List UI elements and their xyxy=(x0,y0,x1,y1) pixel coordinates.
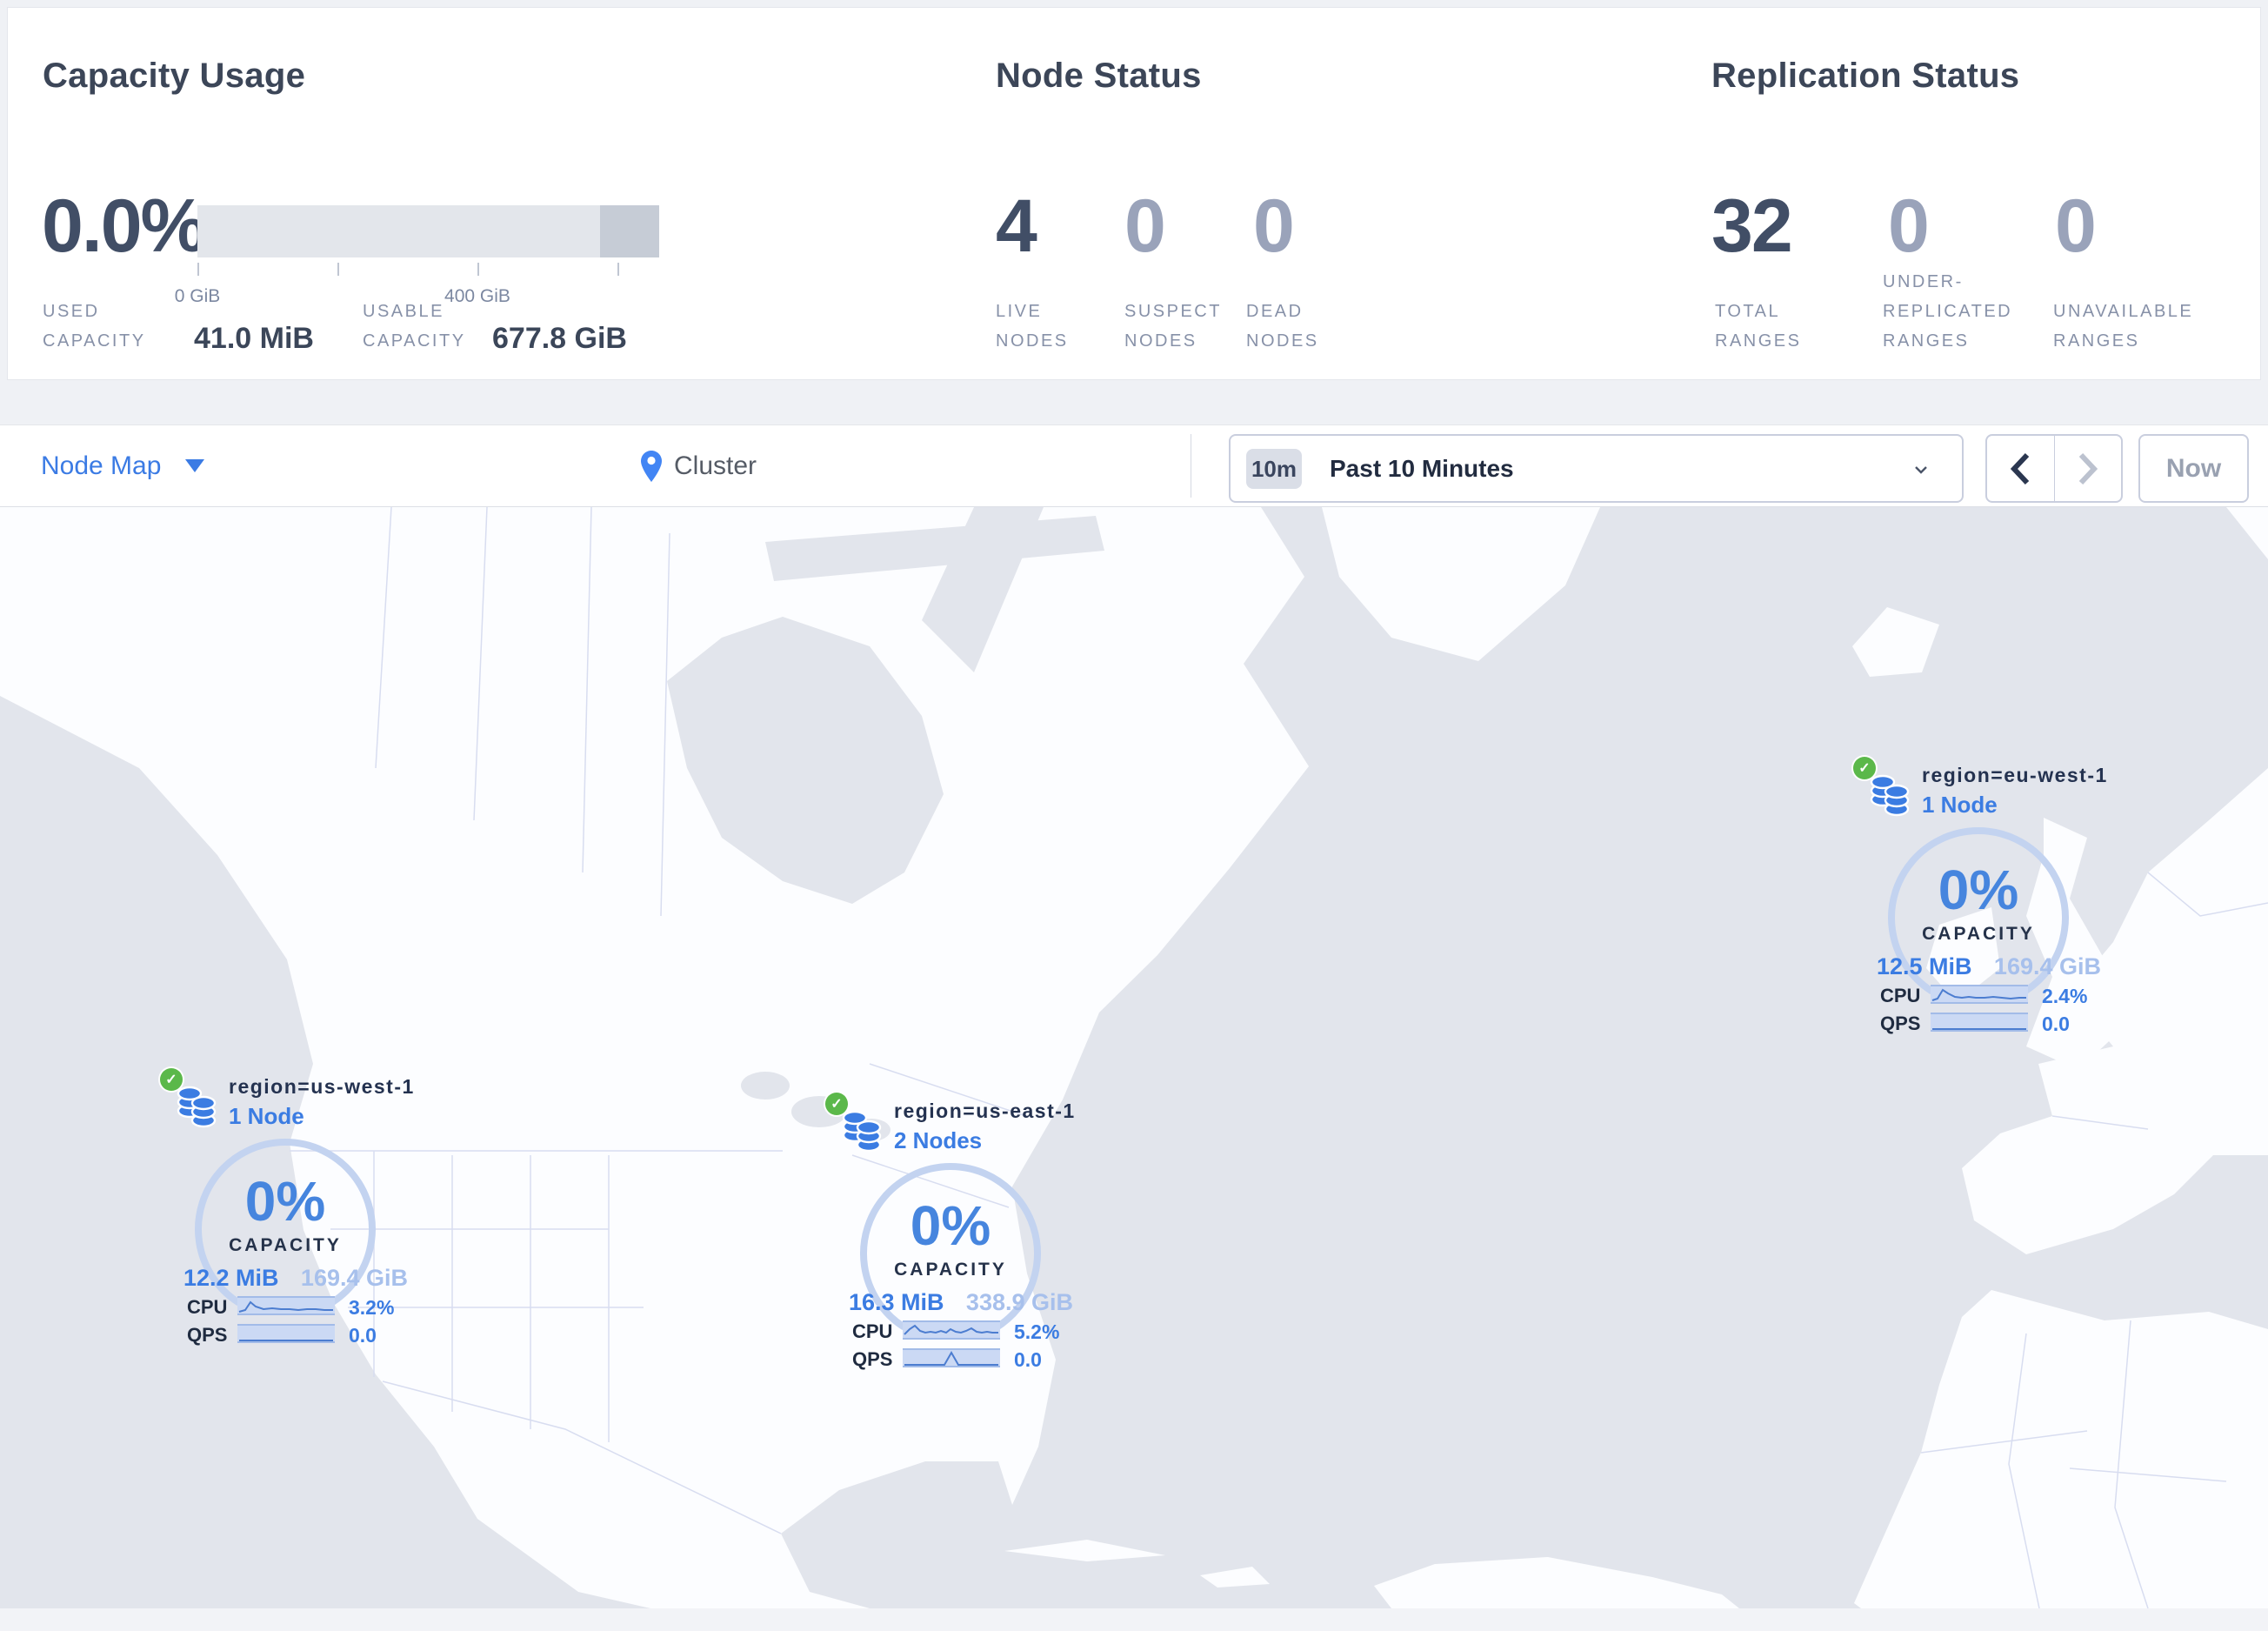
dead-nodes-count: 0 xyxy=(1253,184,1295,268)
live-nodes-count: 4 xyxy=(996,184,1037,268)
qps-sparkline xyxy=(1931,1013,2028,1032)
usable-capacity-value: 677.8 GiB xyxy=(492,322,627,355)
used-capacity-label: USED CAPACITY xyxy=(43,302,146,351)
under-replicated-count: 0 xyxy=(1888,184,1930,268)
qps-label: QPS xyxy=(1880,1013,1921,1034)
chevron-down-icon xyxy=(1915,466,1927,474)
region-capacity-label: CAPACITY xyxy=(1922,924,2035,944)
qps-sparkline xyxy=(237,1324,335,1343)
axis-tick xyxy=(477,263,479,276)
capacity-bar-segment xyxy=(600,205,659,257)
qps-label: QPS xyxy=(852,1348,893,1370)
time-shift-forward-button[interactable] xyxy=(2055,436,2122,501)
axis-tick xyxy=(337,263,339,276)
region-used-capacity: 12.5 MiB xyxy=(1877,953,1972,979)
capacity-usage-title: Capacity Usage xyxy=(43,57,306,95)
region-marker-eu-west-1[interactable]: ✓ region=eu-west-1 1 Node 0% CAPACITY 12… xyxy=(1844,757,2122,1044)
region-used-capacity: 16.3 MiB xyxy=(849,1289,944,1315)
location-pin-icon xyxy=(641,450,662,482)
cpu-value: 5.2% xyxy=(1014,1320,1060,1343)
now-button[interactable]: Now xyxy=(2138,434,2249,503)
cpu-label: CPU xyxy=(187,1296,228,1318)
qps-value: 0.0 xyxy=(1014,1348,1042,1371)
breadcrumb-label: Cluster xyxy=(674,451,757,480)
chevron-left-icon xyxy=(2011,452,2030,485)
suspect-nodes-count: 0 xyxy=(1124,184,1166,268)
region-usable-capacity: 169.4 GiB xyxy=(300,1265,408,1291)
region-usable-capacity: 169.4 GiB xyxy=(1993,953,2101,979)
qps-sparkline xyxy=(903,1348,1000,1367)
node-status-title: Node Status xyxy=(996,57,1202,95)
region-node-count: 1 Node xyxy=(229,1103,304,1129)
region-capacity-percent: 0% xyxy=(244,1170,326,1233)
under-replicated-label: UNDER- REPLICATED RANGES xyxy=(1883,272,2013,351)
dead-nodes-label: DEAD NODES xyxy=(1246,302,1319,351)
region-usable-capacity: 338.9 GiB xyxy=(965,1289,1073,1315)
time-shift-back-button[interactable] xyxy=(1987,436,2055,501)
cpu-sparkline xyxy=(237,1296,335,1315)
chevron-right-icon xyxy=(2078,452,2098,485)
map-toolbar: Node Map Cluster 10m Past 10 Minutes Now xyxy=(0,424,2268,507)
cpu-label: CPU xyxy=(1880,985,1921,1006)
qps-value: 0.0 xyxy=(349,1324,377,1347)
region-marker-us-east-1[interactable]: ✓ region=us-east-1 2 Nodes 0% CAPACITY 1… xyxy=(816,1093,1094,1380)
cpu-sparkline xyxy=(1931,985,2028,1004)
cluster-summary-bar: Capacity Usage 0.0% 0 GiB 400 GiB USED C… xyxy=(7,7,2261,380)
total-ranges-count: 32 xyxy=(1711,184,1793,268)
qps-value: 0.0 xyxy=(2042,1013,2070,1035)
region-marker-us-west-1[interactable]: ✓ region=us-west-1 1 Node 0% CAPACITY 12… xyxy=(150,1068,429,1355)
node-map-canvas: ✓ region=us-west-1 1 Node 0% CAPACITY 12… xyxy=(0,507,2268,1608)
replication-status-title: Replication Status xyxy=(1711,57,2020,95)
cpu-value: 2.4% xyxy=(2042,985,2088,1007)
region-node-count: 2 Nodes xyxy=(894,1127,983,1153)
region-capacity-label: CAPACITY xyxy=(894,1260,1007,1280)
map-great-lake xyxy=(741,1072,790,1100)
region-name: region=us-west-1 xyxy=(229,1075,415,1098)
region-name: region=eu-west-1 xyxy=(1922,764,2108,786)
total-ranges-label: TOTAL RANGES xyxy=(1715,302,1802,351)
unavailable-count: 0 xyxy=(2055,184,2097,268)
time-range-label: Past 10 Minutes xyxy=(1330,454,1514,482)
region-capacity-percent: 0% xyxy=(910,1194,991,1257)
dropdown-arrow-icon xyxy=(185,459,205,472)
unavailable-label: UNAVAILABLE RANGES xyxy=(2053,302,2194,351)
map-footer-strip xyxy=(0,1608,2268,1631)
database-stack-icon xyxy=(177,1086,217,1128)
region-capacity-label: CAPACITY xyxy=(229,1235,342,1255)
capacity-bar xyxy=(197,205,659,257)
view-selector-label: Node Map xyxy=(41,451,162,480)
region-node-count: 1 Node xyxy=(1922,792,1998,818)
database-stack-icon xyxy=(842,1110,882,1153)
view-selector-dropdown[interactable]: Node Map xyxy=(41,425,205,506)
live-nodes-label: LIVE NODES xyxy=(996,302,1069,351)
region-name: region=us-east-1 xyxy=(894,1100,1076,1122)
world-map xyxy=(0,507,2268,1608)
region-used-capacity: 12.2 MiB xyxy=(183,1265,279,1291)
cpu-value: 3.2% xyxy=(349,1296,395,1319)
usable-capacity-label: USABLE CAPACITY xyxy=(363,302,466,351)
cpu-sparkline xyxy=(903,1320,1000,1340)
capacity-percent: 0.0% xyxy=(42,184,207,268)
region-capacity-percent: 0% xyxy=(1938,859,2019,921)
cpu-label: CPU xyxy=(852,1320,893,1342)
breadcrumb[interactable]: Cluster xyxy=(641,425,757,506)
suspect-nodes-label: SUSPECT NODES xyxy=(1124,302,1222,351)
database-stack-icon xyxy=(1870,774,1910,817)
time-range-badge: 10m xyxy=(1246,449,1302,489)
time-range-dropdown[interactable]: 10m Past 10 Minutes xyxy=(1229,434,1964,503)
qps-label: QPS xyxy=(187,1324,228,1346)
time-shift-buttons xyxy=(1985,434,2123,503)
used-capacity-value: 41.0 MiB xyxy=(194,322,314,355)
